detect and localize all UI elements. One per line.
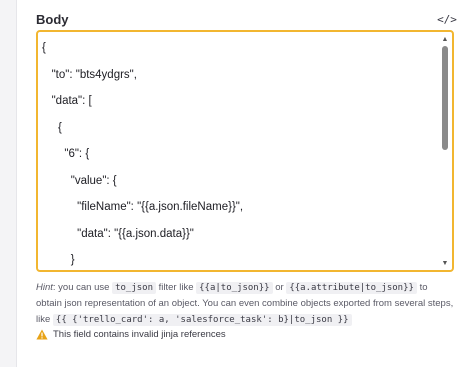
hint-code-example-3: {{ {'trello_card': a, 'salesforce_task':… xyxy=(52,314,352,326)
warning-text: This field contains invalid jinja refere… xyxy=(53,329,226,340)
scroll-thumb[interactable] xyxy=(442,46,448,150)
hint-code-example-1: {{a|to_json}} xyxy=(196,282,273,294)
editor-line: "data": [ xyxy=(42,95,92,107)
editor-line: "data": "{{a.json.data}}" xyxy=(42,227,194,240)
editor-line: "6": { xyxy=(42,148,90,160)
field-label: Body xyxy=(36,12,69,27)
code-toggle-button[interactable]: </> xyxy=(437,11,457,27)
code-icon: </> xyxy=(437,12,457,26)
hint-text-2: filter like xyxy=(156,282,197,293)
editor-line: "to": "bts4ydgrs", xyxy=(42,68,137,81)
hint-text: Hint: you can use to_json filter like {{… xyxy=(36,280,456,328)
warning-message: This field contains invalid jinja refere… xyxy=(36,329,226,340)
editor-line: "fileName": "{{a.json.fileName}}", xyxy=(42,201,244,213)
editor-line: } xyxy=(42,254,75,266)
scroll-down-icon[interactable]: ▼ xyxy=(440,258,450,268)
hint-text-1: : you can use xyxy=(52,282,113,293)
left-gutter xyxy=(0,0,17,367)
editor-line: "value": { xyxy=(42,174,117,187)
body-editor[interactable]: { "to": "bts4ydgrs", "data": [ { "6": { … xyxy=(36,30,454,272)
hint-text-3: or xyxy=(272,282,287,293)
editor-lines: { "to": "bts4ydgrs", "data": [ { "6": { … xyxy=(42,35,434,270)
editor-line: { xyxy=(42,121,62,134)
hint-code-to-json: to_json xyxy=(112,282,156,294)
editor-scrollbar[interactable]: ▲ ▼ xyxy=(440,34,450,268)
editor-line: { xyxy=(42,42,46,54)
scroll-up-icon[interactable]: ▲ xyxy=(440,34,450,44)
body-field-panel: Body </> { "to": "bts4ydgrs", "data": [ … xyxy=(16,0,474,367)
hint-code-example-2: {{a.attribute|to_json}} xyxy=(286,282,417,294)
hint-prefix: Hint xyxy=(36,282,53,293)
warning-icon xyxy=(36,329,48,340)
